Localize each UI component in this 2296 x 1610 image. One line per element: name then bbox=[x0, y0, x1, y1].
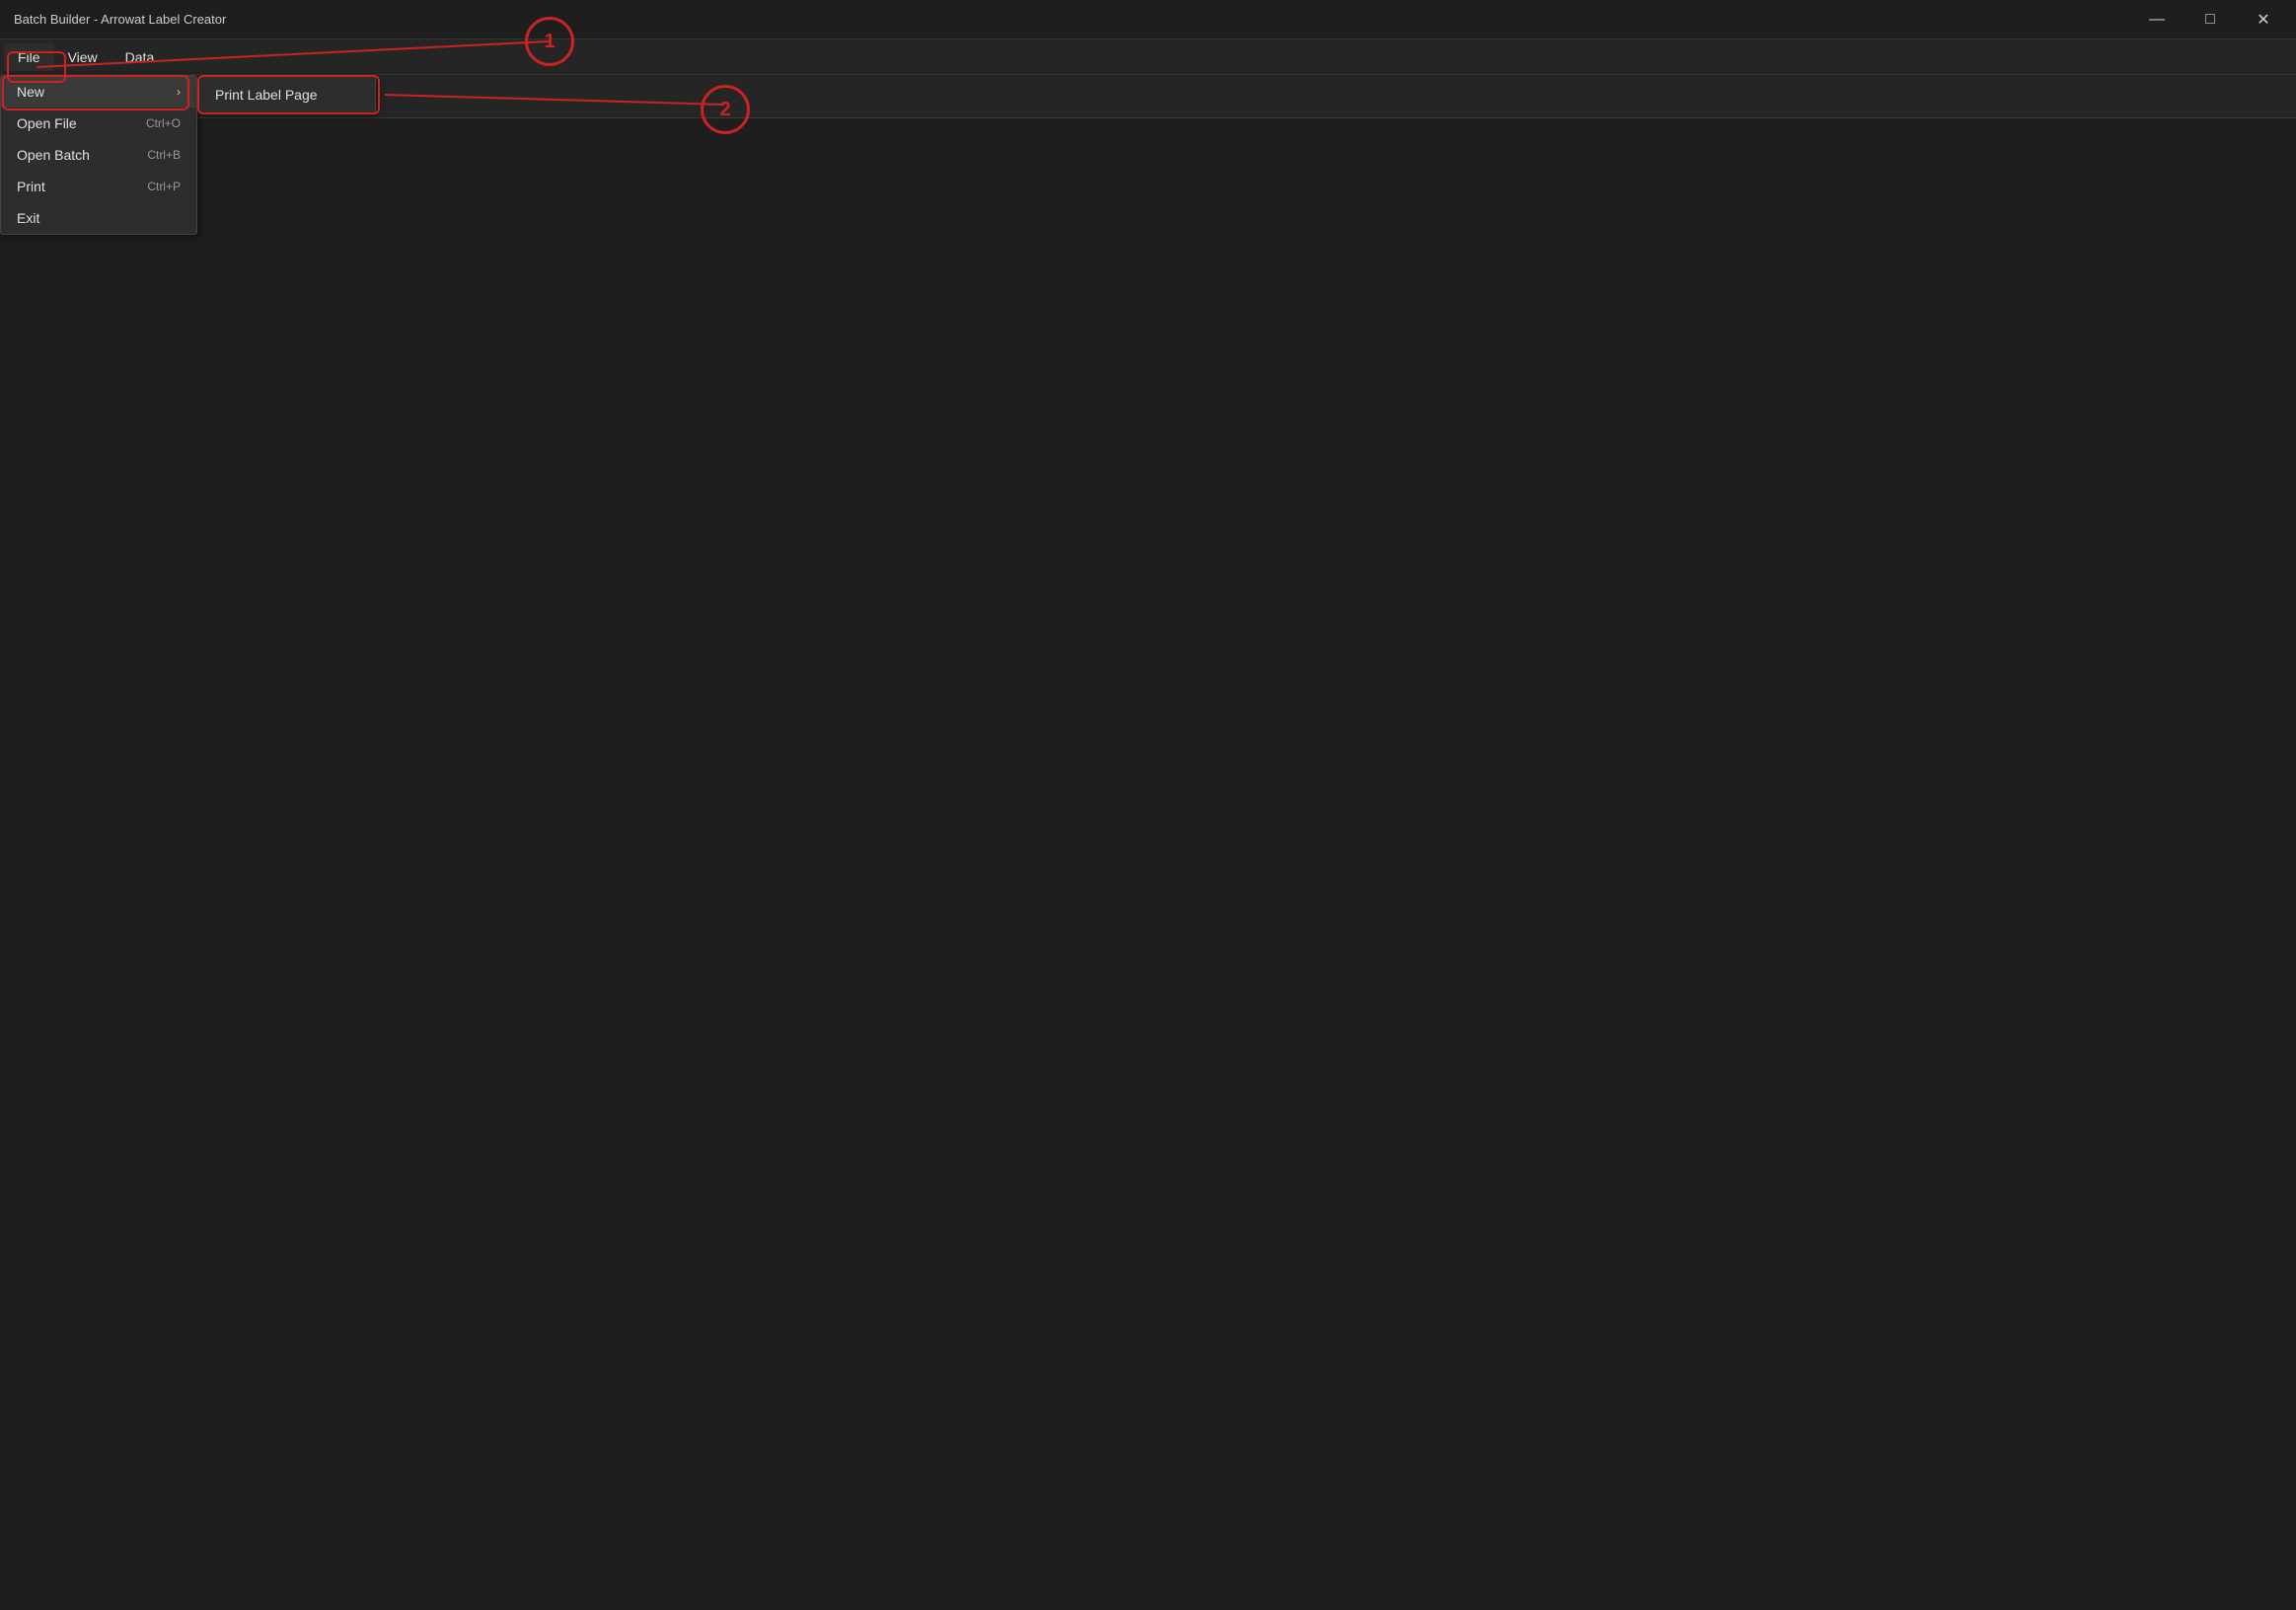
main-content bbox=[0, 118, 2296, 1610]
submenu-item-print-label[interactable]: Print Label Page bbox=[199, 77, 375, 112]
menu-data-label: Data bbox=[125, 49, 155, 65]
maximize-button[interactable]: □ bbox=[2187, 4, 2233, 36]
close-button[interactable]: ✕ bbox=[2241, 4, 2286, 36]
submenu-item-print-label-text: Print Label Page bbox=[215, 87, 318, 103]
menu-item-exit[interactable]: Exit bbox=[1, 202, 196, 234]
submenu-arrow-icon: › bbox=[177, 85, 181, 99]
menu-item-open-file[interactable]: Open File Ctrl+O bbox=[1, 108, 196, 139]
menu-item-print-label: Print bbox=[17, 179, 45, 194]
menu-item-new[interactable]: New › Print Label Page bbox=[1, 76, 196, 108]
window-controls: — □ ✕ bbox=[2134, 4, 2286, 36]
menu-item-new-label: New bbox=[17, 84, 44, 100]
file-dropdown-menu: New › Print Label Page Open File Ctrl+O … bbox=[0, 75, 197, 235]
menu-item-exit-label: Exit bbox=[17, 210, 39, 226]
menu-file[interactable]: File bbox=[4, 43, 54, 71]
minimize-button[interactable]: — bbox=[2134, 4, 2180, 36]
new-submenu: Print Label Page bbox=[198, 76, 376, 113]
title-bar: Batch Builder - Arrowat Label Creator — … bbox=[0, 0, 2296, 39]
menu-item-open-batch-label: Open Batch bbox=[17, 147, 90, 163]
menu-item-open-file-shortcut: Ctrl+O bbox=[146, 116, 181, 130]
menu-item-open-batch[interactable]: Open Batch Ctrl+B bbox=[1, 139, 196, 171]
window-title: Batch Builder - Arrowat Label Creator bbox=[10, 12, 226, 27]
menu-data[interactable]: Data bbox=[111, 43, 169, 71]
menu-item-open-batch-shortcut: Ctrl+B bbox=[147, 148, 181, 162]
menu-item-open-file-label: Open File bbox=[17, 115, 77, 131]
menu-item-print-shortcut: Ctrl+P bbox=[147, 180, 181, 193]
menu-file-label: File bbox=[18, 49, 40, 65]
menu-view-label: View bbox=[68, 49, 98, 65]
menu-view[interactable]: View bbox=[54, 43, 111, 71]
menu-item-print[interactable]: Print Ctrl+P bbox=[1, 171, 196, 202]
menu-bar: File View Data bbox=[0, 39, 2296, 75]
